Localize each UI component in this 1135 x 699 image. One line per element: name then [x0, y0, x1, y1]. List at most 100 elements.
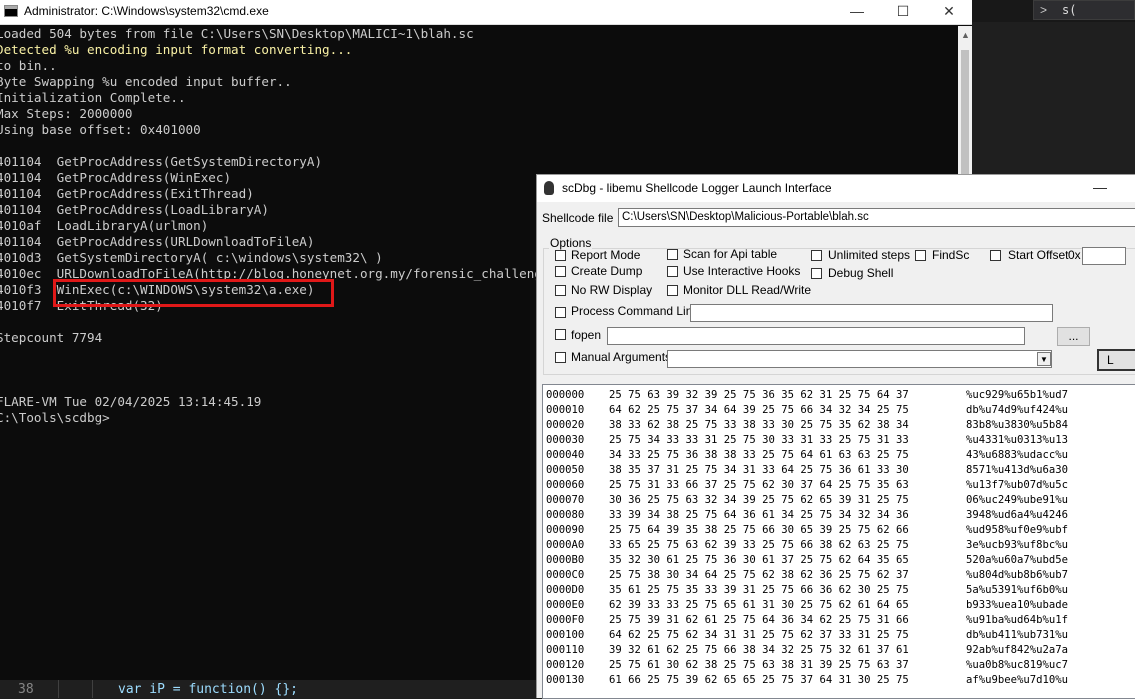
hex-bytes: 25 75 39 31 62 61 25 75 64 36 34 62 25 7…: [609, 614, 909, 626]
process-cmdline-checkbox[interactable]: [555, 307, 566, 318]
hex-bytes: 25 75 64 39 35 38 25 75 66 30 65 39 25 7…: [609, 524, 909, 536]
start-offset-input[interactable]: [1082, 247, 1126, 265]
fopen-input[interactable]: [607, 327, 1025, 345]
hex-bytes: 64 62 25 75 37 34 64 39 25 75 66 34 32 3…: [609, 404, 909, 416]
hex-bytes: 38 33 62 38 25 75 33 38 33 30 25 75 35 6…: [609, 419, 909, 431]
findsc-checkbox[interactable]: [915, 250, 926, 261]
hex-ascii: b933%uea10%ubade: [966, 599, 1069, 611]
console-line: Using base offset: 0x401000: [0, 122, 201, 137]
interactive-hooks-checkbox[interactable]: [667, 266, 678, 277]
console-line: 401104 GetProcAddress(URLDownloadToFileA…: [0, 234, 315, 249]
debug-shell-checkbox[interactable]: [811, 268, 822, 279]
shellcode-file-label: Shellcode file: [542, 211, 614, 225]
fopen-checkbox[interactable]: [555, 329, 566, 340]
hex-bytes: 25 75 38 30 34 64 25 75 62 38 62 36 25 7…: [609, 569, 909, 581]
start-offset-checkbox[interactable]: [990, 250, 1001, 261]
shellcode-file-input[interactable]: C:\Users\SN\Desktop\Malicious-Portable\b…: [618, 208, 1135, 227]
hex-ascii: %u804d%ub8b6%ub7: [966, 569, 1069, 581]
hex-offset: 000050: [546, 464, 585, 476]
close-button[interactable]: ✕: [926, 0, 972, 24]
no-rw-display-label: No RW Display: [571, 283, 653, 297]
hex-ascii: 3e%ucb93%uf8bc%u: [966, 539, 1069, 551]
debug-shell-label: Debug Shell: [828, 266, 894, 280]
search-query[interactable]: s(: [1062, 3, 1076, 17]
process-cmdline-input[interactable]: [690, 304, 1053, 322]
minimize-button[interactable]: —: [834, 0, 880, 24]
manual-args-dropdown[interactable]: [667, 350, 1052, 368]
hex-offset: 000090: [546, 524, 585, 536]
create-dump-label: Create Dump: [571, 264, 643, 278]
app-icon: [544, 181, 554, 195]
chevron-down-icon[interactable]: ▼: [1037, 352, 1051, 366]
console-line: Byte Swapping %u encoded input buffer..: [0, 74, 292, 89]
console-line: C:\Tools\scdbg>: [0, 410, 110, 425]
monitor-dll-checkbox[interactable]: [667, 285, 678, 296]
cmd-title-bar[interactable]: Administrator: C:\Windows\system32\cmd.e…: [0, 0, 972, 25]
hex-bytes: 30 36 25 75 63 32 34 39 25 75 62 65 39 3…: [609, 494, 909, 506]
editor-search-box[interactable]: > s(: [1033, 0, 1135, 20]
scroll-up-icon[interactable]: ▲: [961, 30, 970, 40]
interactive-hooks-label: Use Interactive Hooks: [683, 264, 801, 278]
hex-ascii: 83b8%u3830%u5b84: [966, 419, 1069, 431]
hex-offset: 000130: [546, 674, 585, 686]
hex-offset: 000110: [546, 644, 585, 656]
code-text[interactable]: var iP = function() {};: [118, 682, 298, 697]
scdbg-title-bar[interactable]: scDbg - libemu Shellcode Logger Launch I…: [537, 175, 1135, 202]
hex-ascii: %u4331%u0313%u13: [966, 434, 1069, 446]
hex-ascii: 43%u6883%udacc%u: [966, 449, 1069, 461]
indent-guide: [92, 680, 93, 698]
hex-bytes: 25 75 34 33 33 31 25 75 30 33 31 33 25 7…: [609, 434, 909, 446]
hex-ascii: 520a%u60a7%ubd5e: [966, 554, 1069, 566]
minimize-button[interactable]: —: [1085, 175, 1115, 202]
start-offset-label: Start Offset: [1008, 248, 1069, 262]
manual-args-checkbox[interactable]: [555, 352, 566, 363]
console-line: 401104 GetProcAddress(ExitThread): [0, 186, 254, 201]
hex-offset: 0000C0: [546, 569, 585, 581]
console-line: Detected %u encoding input format conver…: [0, 42, 353, 57]
scdbg-title: scDbg - libemu Shellcode Logger Launch I…: [562, 181, 832, 195]
unlimited-steps-checkbox[interactable]: [811, 250, 822, 261]
hex-ascii: %ua0b8%uc819%uc7: [966, 659, 1069, 671]
no-rw-display-checkbox[interactable]: [555, 285, 566, 296]
hex-ascii: db%u74d9%uf424%u: [966, 404, 1069, 416]
hex-view[interactable]: 000000 25 75 63 39 32 39 25 75 36 35 62 3…: [542, 384, 1135, 699]
hex-ascii: %ud958%uf0e9%ubf: [966, 524, 1069, 536]
manual-args-label: Manual Arguments: [571, 350, 672, 364]
hex-bytes: 38 35 37 31 25 75 34 31 33 64 25 75 36 6…: [609, 464, 909, 476]
findsc-label: FindSc: [932, 248, 970, 262]
hex-ascii: 8571%u413d%u6a30: [966, 464, 1069, 476]
hex-offset: 000070: [546, 494, 585, 506]
hex-offset: 0000E0: [546, 599, 585, 611]
hex-bytes: 25 75 61 30 62 38 25 75 63 38 31 39 25 7…: [609, 659, 909, 671]
hex-bytes: 34 33 25 75 36 38 38 33 25 75 64 61 63 6…: [609, 449, 909, 461]
editor-background: [972, 0, 1135, 170]
hex-bytes: 25 75 31 33 66 37 25 75 62 30 37 64 25 7…: [609, 479, 909, 491]
hex-bytes: 62 39 33 33 25 75 65 61 31 30 25 75 62 6…: [609, 599, 909, 611]
console-line: Stepcount 7794: [0, 330, 103, 345]
scan-api-label: Scan for Api table: [683, 247, 778, 261]
console-line: 401104 GetProcAddress(GetSystemDirectory…: [0, 154, 323, 169]
launch-button[interactable]: L: [1097, 349, 1135, 371]
console-line: 401104 GetProcAddress(LoadLibraryA): [0, 202, 269, 217]
hex-ascii: %u13f7%ub07d%u5c: [966, 479, 1069, 491]
line-number: 38: [18, 682, 34, 697]
hex-ascii: 06%uc249%ube91%u: [966, 494, 1069, 506]
create-dump-checkbox[interactable]: [555, 266, 566, 277]
highlight-box: [53, 279, 334, 307]
cmd-title: Administrator: C:\Windows\system32\cmd.e…: [24, 4, 269, 18]
browse-button[interactable]: ...: [1057, 327, 1090, 346]
hex-offset: 0000A0: [546, 539, 585, 551]
hex-bytes: 61 66 25 75 39 62 65 65 25 75 37 64 31 3…: [609, 674, 909, 686]
console-line: 4010d3 GetSystemDirectoryA( c:\windows\s…: [0, 250, 383, 265]
console-line: to bin..: [0, 58, 57, 73]
hex-offset: 000060: [546, 479, 585, 491]
process-cmdline-label: Process Command Line: [571, 304, 700, 318]
hex-ascii: 3948%ud6a4%u4246: [966, 509, 1069, 521]
scan-api-checkbox[interactable]: [667, 249, 678, 260]
chevron-right-icon[interactable]: >: [1040, 3, 1047, 17]
editor-code-line: 38 var iP = function() {};: [0, 680, 535, 698]
console-line: Initialization Complete..: [0, 90, 186, 105]
report-mode-checkbox[interactable]: [555, 250, 566, 261]
maximize-button[interactable]: ☐: [880, 0, 926, 24]
hex-offset: 000100: [546, 629, 585, 641]
